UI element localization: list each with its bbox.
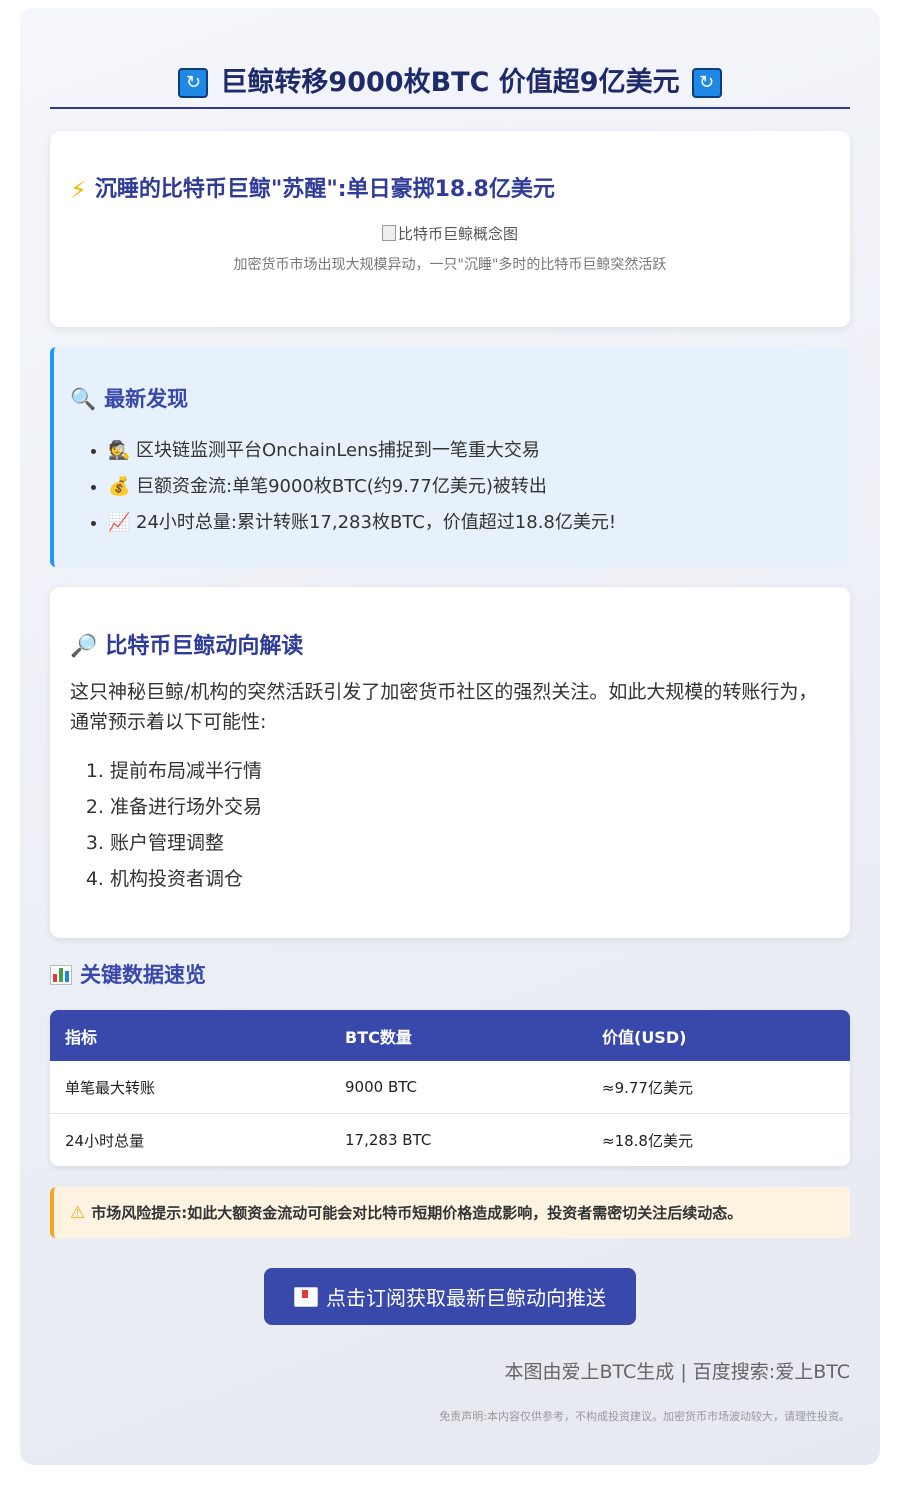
- warning-icon: ⚠: [70, 1202, 86, 1223]
- list-item: 机构投资者调仓: [110, 861, 830, 897]
- chart-increasing-icon: 📈: [108, 512, 131, 533]
- risk-warning: ⚠ 市场风险提示:如此大额资金流动可能会对比特币短期价格造成影响，投资者需密切关…: [50, 1187, 850, 1238]
- page-title: ↻ 巨鲸转移9000枚BTC 价值超9亿美元 ↻: [50, 8, 850, 109]
- inbox-tray-icon: [294, 1286, 318, 1307]
- hero-image-alt: 比特币巨鲸概念图: [397, 225, 518, 243]
- lightning-icon: ⚡: [70, 176, 87, 204]
- table-header-row: 指标 BTC数量 价值(USD): [50, 1010, 850, 1061]
- table-cell: 17,283 BTC: [345, 1131, 432, 1149]
- page-title-text: 巨鲸转移9000枚BTC 价值超9亿美元: [220, 66, 680, 98]
- data-table: 指标 BTC数量 价值(USD) 单笔最大转账 9000 BTC ≈9.77亿美…: [50, 1010, 850, 1166]
- finding-text: 区块链监测平台OnchainLens捕捉到一笔重大交易: [136, 440, 540, 461]
- analysis-title-text: 比特币巨鲸动向解读: [105, 634, 304, 659]
- data-section-title: 关键数据速览: [50, 960, 850, 990]
- list-item: 💰巨额资金流:单笔9000枚BTC(约9.77亿美元)被转出: [108, 469, 830, 505]
- table-cell: 9000 BTC: [330, 1061, 587, 1114]
- hero-caption: 加密货币市场出现大规模异动，一只"沉睡"多时的比特币巨鲸突然活跃: [233, 257, 667, 273]
- hero-image: 比特币巨鲸概念图: [50, 224, 850, 244]
- cta-wrapper: 点击订阅获取最新巨鲸动向推送: [50, 1268, 850, 1325]
- bar-chart-icon: [50, 965, 72, 985]
- column-header: 价值(USD): [587, 1010, 850, 1061]
- analysis-card: 🔎 比特币巨鲸动向解读 这只神秘巨鲸/机构的突然活跃引发了加密货币社区的强烈关注…: [50, 587, 850, 938]
- hero-card: ⚡ 沉睡的比特币巨鲸"苏醒":单日豪掷18.8亿美元 比特币巨鲸概念图 加密货币…: [50, 131, 850, 327]
- data-section-title-text: 关键数据速览: [80, 963, 206, 987]
- table-cell: 24小时总量: [65, 1131, 145, 1150]
- broken-image-icon: [381, 225, 396, 241]
- table-cell: ≈18.8亿美元: [602, 1131, 693, 1150]
- generated-by: 本图由爱上BTC生成 | 百度搜索:爱上BTC: [504, 1361, 850, 1383]
- list-item: 提前布局减半行情: [110, 753, 830, 789]
- findings-section: 🔍 最新发现 🕵区块链监测平台OnchainLens捕捉到一笔重大交易 💰巨额资…: [50, 347, 850, 567]
- list-item: 账户管理调整: [110, 825, 830, 861]
- analysis-title: 🔎 比特币巨鲸动向解读: [70, 631, 830, 663]
- finding-text: 24小时总量:累计转账17,283枚BTC，价值超过18.8亿美元!: [136, 512, 617, 533]
- column-header: BTC数量: [330, 1010, 587, 1061]
- sync-icon: ↻: [691, 67, 722, 98]
- hero-title: ⚡ 沉睡的比特币巨鲸"苏醒":单日豪掷18.8亿美元: [50, 174, 850, 206]
- analysis-paragraph: 这只神秘巨鲸/机构的突然活跃引发了加密货币社区的强烈关注。如此大规模的转账行为，…: [70, 681, 818, 733]
- magnifier-right-icon: 🔎: [70, 634, 98, 659]
- list-item: 📈24小时总量:累计转账17,283枚BTC，价值超过18.8亿美元!: [108, 505, 830, 541]
- list-item: 🕵区块链监测平台OnchainLens捕捉到一笔重大交易: [108, 433, 830, 469]
- column-header: 指标: [50, 1010, 330, 1061]
- findings-list: 🕵区块链监测平台OnchainLens捕捉到一笔重大交易 💰巨额资金流:单笔90…: [70, 433, 830, 541]
- list-item: 准备进行场外交易: [110, 789, 830, 825]
- findings-title-text: 最新发现: [104, 387, 189, 411]
- detective-icon: 🕵: [108, 440, 131, 461]
- analysis-list: 提前布局减半行情 准备进行场外交易 账户管理调整 机构投资者调仓: [70, 753, 830, 897]
- subscribe-button-label: 点击订阅获取最新巨鲸动向推送: [326, 1286, 606, 1310]
- magnifier-icon: 🔍: [70, 387, 97, 411]
- article-card: ↻ 巨鲸转移9000枚BTC 价值超9亿美元 ↻ ⚡ 沉睡的比特币巨鲸"苏醒":…: [20, 8, 880, 1465]
- table-cell: ≈9.77亿美元: [587, 1061, 850, 1114]
- disclaimer: 免责声明:本内容仅供参考，不构成投资建议。加密货币市场波动较大，请理性投资。: [439, 1410, 850, 1423]
- table-row: 24小时总量 17,283 BTC ≈18.8亿美元: [50, 1114, 850, 1166]
- finding-text: 巨额资金流:单笔9000枚BTC(约9.77亿美元)被转出: [136, 476, 547, 497]
- risk-warning-text: 市场风险提示:如此大额资金流动可能会对比特币短期价格造成影响，投资者需密切关注后…: [91, 1204, 743, 1222]
- money-bag-icon: 💰: [108, 476, 131, 497]
- table-row: 单笔最大转账 9000 BTC ≈9.77亿美元: [50, 1061, 850, 1114]
- hero-title-text: 沉睡的比特币巨鲸"苏醒":单日豪掷18.8亿美元: [94, 177, 555, 202]
- table-cell: 单笔最大转账: [50, 1061, 330, 1114]
- subscribe-button[interactable]: 点击订阅获取最新巨鲸动向推送: [264, 1268, 636, 1325]
- findings-title: 🔍 最新发现: [70, 383, 830, 415]
- sync-icon: ↻: [178, 67, 209, 98]
